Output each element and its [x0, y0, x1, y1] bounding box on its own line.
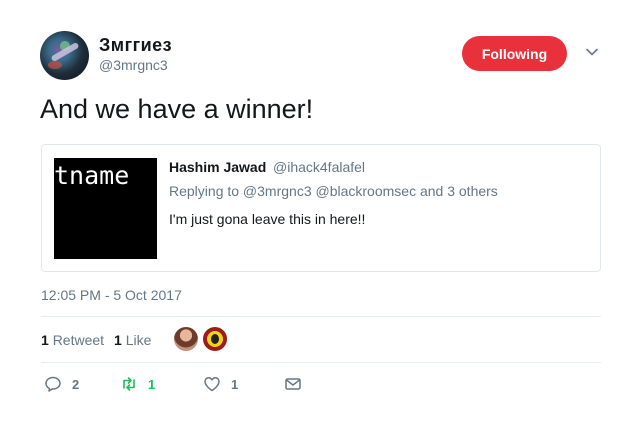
retweet-count: 1	[148, 376, 156, 392]
author-avatar[interactable]	[40, 31, 89, 80]
direct-message-button[interactable]	[284, 374, 312, 394]
like-count: 1	[231, 376, 239, 392]
heart-icon	[204, 376, 220, 392]
envelope-icon	[285, 378, 301, 390]
like-stat[interactable]: 1 Like	[114, 332, 151, 348]
tweet-text: And we have a winner!	[40, 94, 314, 124]
quoted-replying-to: Replying to @3mrgnc3 @blackroomsec and 3…	[169, 183, 498, 199]
chevron-down-icon[interactable]	[585, 45, 599, 59]
retweet-stat[interactable]: 1 Retweet	[41, 332, 104, 348]
retweeter-avatar[interactable]	[203, 327, 227, 351]
reply-icon	[45, 376, 61, 392]
reply-count: 2	[72, 376, 80, 392]
quoted-tweet-image[interactable]: tname	[54, 158, 157, 259]
liker-avatar[interactable]	[174, 327, 198, 351]
following-button[interactable]: Following	[462, 36, 567, 71]
engagement-stats: 1 Retweet 1 Like	[41, 332, 151, 348]
tweet-timestamp[interactable]: 12:05 PM - 5 Oct 2017	[41, 287, 182, 303]
quoted-image-text: tname	[54, 161, 130, 190]
divider	[41, 316, 601, 317]
author-handle[interactable]: @3mrgnc3	[99, 57, 168, 73]
divider	[41, 362, 601, 363]
tweet-actions: 2 1 1	[0, 374, 642, 398]
quoted-tweet[interactable]: tname Hashim Jawad @ihack4falafel Replyi…	[41, 144, 601, 272]
retweet-icon	[123, 377, 135, 391]
author-display-name[interactable]: Змггиез	[99, 35, 172, 56]
reply-button[interactable]: 2	[44, 374, 79, 394]
quoted-author-name: Hashim Jawad	[169, 159, 267, 175]
quoted-author-handle: @ihack4falafel	[273, 159, 366, 175]
quoted-tweet-text: I'm just gona leave this in here!!	[169, 211, 366, 227]
tweet-card: Змггиез @3mrgnc3 Following And we have a…	[0, 0, 642, 426]
like-button[interactable]: 1	[203, 374, 238, 394]
retweet-button[interactable]: 1	[120, 374, 155, 394]
